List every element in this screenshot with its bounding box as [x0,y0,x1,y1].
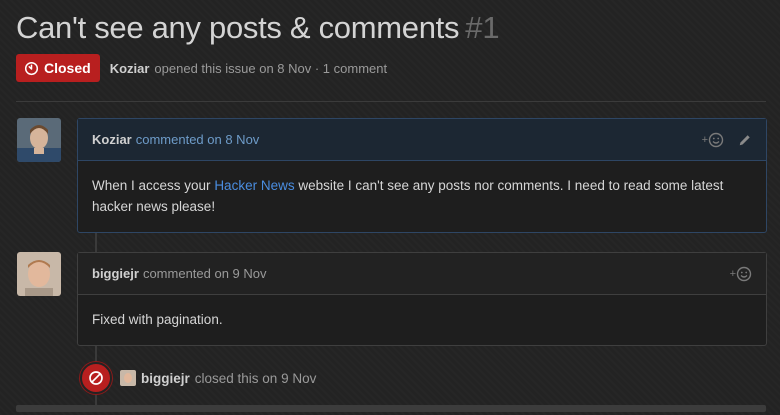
add-reaction-button[interactable]: + [730,266,752,282]
closed-event: biggiejr closed this on 9 Nov [80,362,316,394]
issue-meta-text: opened this issue on 8 Nov · 1 comment [154,60,388,76]
issue-title-row: Can't see any posts & comments #1 [16,10,500,46]
comment-body: Fixed with pagination. [78,295,766,344]
closed-state-icon [24,61,39,75]
comment-author-link[interactable]: biggiejr [92,266,139,281]
state-badge-closed: Closed [16,54,100,82]
pencil-icon [739,134,750,145]
comment-body-text: Fixed with pagination. [92,312,223,327]
issue-meta: Closed Koziar opened this issue on 8 Nov… [16,54,387,82]
header-divider [16,101,766,102]
issue-title: Can't see any posts & comments [16,10,460,45]
event-author-link[interactable]: biggiejr [141,371,190,386]
event-avatar[interactable] [120,370,136,386]
timeline-bottom-bar [16,405,766,412]
comment-body: When I access your Hacker News website I… [78,161,766,231]
comment-timestamp[interactable]: commented on 9 Nov [143,266,267,281]
smiley-plus-icon [708,132,724,147]
comment-header: Koziar commented on 8 Nov + [78,119,766,161]
comment-body-text: When I access your [92,178,215,193]
comment-author-link[interactable]: Koziar [92,132,132,147]
comment-timestamp[interactable]: commented on 8 Nov [136,132,260,147]
comment-koziar: Koziar commented on 8 Nov + When I acces… [77,118,767,233]
state-label: Closed [44,60,91,76]
smiley-plus-icon [736,266,752,281]
closed-event-badge [80,362,112,394]
issue-number: #1 [465,10,500,45]
add-reaction-button[interactable]: + [702,132,724,148]
avatar-biggiejr[interactable] [17,252,61,296]
event-action: closed this on 9 Nov [194,370,317,386]
closed-circle-icon [89,371,103,385]
edit-comment-button[interactable] [738,133,752,147]
comment-biggiejr: biggiejr commented on 9 Nov + Fixed with… [77,252,767,346]
comment-header: biggiejr commented on 9 Nov + [78,253,766,295]
avatar-koziar[interactable] [17,118,61,162]
issue-author-link[interactable]: Koziar [110,61,150,76]
hacker-news-link[interactable]: Hacker News [214,178,294,193]
